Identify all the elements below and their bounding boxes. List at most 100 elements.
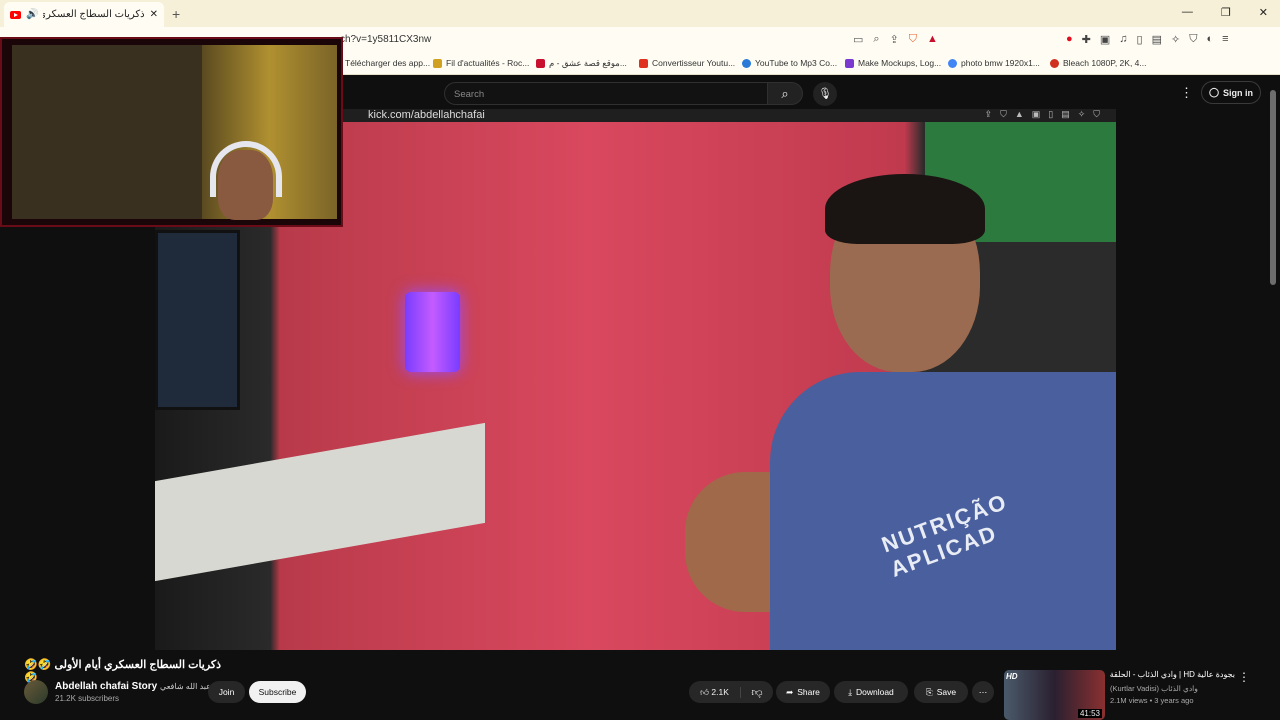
browser-tab[interactable]: 🔊 ذكريات السطاج العسكري أيام ال ✕	[4, 2, 164, 27]
bookmark-item[interactable]: موقع قصة عشق - م...	[536, 58, 627, 69]
download-button[interactable]: ⤓ Download	[834, 681, 908, 703]
related-video-views: 2.1M views • 3 years ago	[1110, 696, 1194, 705]
speaker-icon[interactable]: 🔊	[26, 9, 38, 20]
youtube-favicon-icon	[10, 10, 21, 19]
search-button[interactable]: ⌕	[767, 82, 803, 105]
screenshot-icon[interactable]: ▣	[1100, 33, 1110, 46]
bookmark-label: موقع قصة عشق - م...	[549, 58, 627, 68]
webcam-frame	[12, 45, 337, 220]
like-button[interactable]: 👍︎ 2.1K	[689, 686, 741, 698]
bookmark-favicon-icon	[1050, 58, 1059, 68]
channel-name[interactable]: Abdellah chafai Story	[55, 681, 157, 692]
music-icon[interactable]: ♫	[1119, 33, 1127, 46]
hair-shape	[825, 174, 985, 244]
more-icon: ⋯	[978, 686, 988, 697]
related-more-icon[interactable]: ⋮	[1238, 670, 1250, 684]
vpn-icon[interactable]: ⛉	[1189, 33, 1197, 46]
webcam-overlay	[0, 37, 343, 227]
save-label: Save	[936, 687, 957, 697]
address-bar[interactable]: ch?v=1y5811CX3nw	[340, 34, 431, 45]
shirt-shape: NUTRIÇÃO APLICAD	[770, 372, 1116, 650]
desk-in-video	[155, 422, 485, 582]
hd-badge: HD	[1006, 672, 1018, 681]
search-input[interactable]: Search	[444, 82, 768, 105]
bookmark-favicon-icon	[639, 58, 648, 68]
shirt-print: NUTRIÇÃO APLICAD	[878, 488, 1011, 582]
leo-ai-icon[interactable]: ✧	[1171, 33, 1180, 46]
like-count: 2.1K	[711, 686, 729, 697]
bookmark-favicon-icon	[742, 58, 751, 68]
opera-icon[interactable]: ●	[1066, 33, 1073, 46]
download-label: Download	[855, 687, 894, 697]
bookmark-label: Télécharger des app...	[345, 58, 431, 68]
sidebar-icon[interactable]: ▯	[1137, 33, 1143, 46]
extensions-icon[interactable]: ✚	[1082, 33, 1091, 46]
related-video-title[interactable]: بجودة عالية HD | وادي الذئاب - الحلقة ٤١	[1110, 670, 1235, 679]
overlay-icons: ⇪⛉▲▣▯▤✧⛉	[984, 109, 1108, 119]
streamer-in-video: NUTRIÇÃO APLICAD	[685, 174, 1116, 650]
rewards-icon[interactable]: ▲	[927, 33, 938, 46]
share-arrow-icon: ➦	[786, 686, 794, 697]
bookmark-label: Convertisseur Youtu...	[652, 58, 736, 68]
menu-icon[interactable]: ≡	[1222, 33, 1228, 46]
video-info: ذكريات السطاج العسكري أيام الأولى 🤣🤣🤣 Ab…	[0, 650, 1280, 720]
monitor-in-video	[155, 230, 240, 410]
subscribe-button[interactable]: Subscribe	[249, 681, 306, 703]
new-tab-button[interactable]: +	[172, 6, 180, 22]
bookmark-item[interactable]: Télécharger des app...	[345, 58, 430, 68]
settings-menu-icon[interactable]: ⋮	[1180, 85, 1193, 101]
more-actions-button[interactable]: ⋯	[972, 681, 994, 703]
minimize-button[interactable]: —	[1182, 6, 1193, 19]
related-video-thumbnail[interactable]: HD 41:53	[1004, 670, 1105, 720]
bookmark-item[interactable]: YouTube to Mp3 Co...	[742, 58, 837, 68]
voice-search-button[interactable]: 🎙	[813, 82, 837, 106]
related-video-meta: (Kurtlar Vadisi) وادي الذئاب 2.1M views …	[1110, 683, 1198, 707]
bookmark-label: Bleach 1080P, 2K, 4...	[1063, 58, 1147, 68]
join-button[interactable]: Join	[208, 681, 245, 703]
bookmark-item[interactable]: photo bmw 1920x1...	[948, 58, 1040, 68]
microphone-icon: 🎙	[818, 88, 832, 100]
window-controls: — ❐ ✕	[1182, 6, 1268, 19]
download-icon: ⤓	[848, 686, 852, 697]
restore-button[interactable]: ❐	[1221, 6, 1231, 19]
close-window-button[interactable]: ✕	[1259, 6, 1268, 19]
subscriber-count: 21.2K subscribers	[55, 694, 120, 703]
account-icon: ◯	[1208, 87, 1220, 97]
thumbs-down-icon: 👎︎	[751, 686, 763, 699]
bookmark-favicon-icon	[845, 58, 854, 68]
sign-in-label: Sign in	[1223, 87, 1254, 98]
bookmark-item[interactable]: Convertisseur Youtu...	[639, 58, 735, 68]
share-label: Share	[797, 687, 820, 697]
bookmark-item[interactable]: Bleach 1080P, 2K, 4...	[1050, 58, 1147, 68]
wallet-icon[interactable]: ▤	[1152, 33, 1162, 46]
address-bar-icons: ▭ ⌕ ⇪ ⛉ ▲	[853, 33, 938, 46]
share-icon[interactable]: ⇪	[890, 33, 899, 46]
bookmark-label: photo bmw 1920x1...	[961, 58, 1040, 68]
close-tab-icon[interactable]: ✕	[150, 9, 158, 20]
cast-icon[interactable]: ▭	[853, 33, 863, 46]
bookmark-item[interactable]: Make Mockups, Log...	[845, 58, 941, 68]
related-video-subtitle: (Kurtlar Vadisi) وادي الذئاب	[1110, 684, 1198, 693]
save-button[interactable]: ⎘ Save	[914, 681, 968, 703]
page-scrollbar[interactable]	[1270, 90, 1276, 285]
microphone-in-video	[405, 292, 460, 372]
bookmark-favicon-icon	[536, 59, 545, 68]
like-dislike-group: 👍︎ 2.1K 👎︎	[689, 681, 773, 703]
extension-icons: ● ✚ ▣ ♫ ▯ ▤ ✧ ⛉ ◐ ≡	[1066, 33, 1229, 46]
bookmark-label: YouTube to Mp3 Co...	[755, 58, 838, 68]
sign-in-button[interactable]: ◯ Sign in	[1201, 81, 1261, 104]
tab-title: ذكريات السطاج العسكري أيام ال	[43, 9, 145, 20]
channel-avatar[interactable]	[24, 680, 48, 704]
google-icon	[948, 58, 957, 68]
zoom-icon[interactable]: ⌕	[873, 33, 879, 46]
brave-shield-icon[interactable]: ⛉	[909, 33, 917, 46]
video-duration: 41:53	[1077, 709, 1102, 718]
channel-name-row[interactable]: Abdellah chafai Story عبد الله شافعي	[55, 681, 211, 692]
bookmark-label: Fil d'actualités - Roc...	[446, 58, 530, 68]
search-icon: ⌕	[781, 86, 789, 101]
profile-icon[interactable]: ◐	[1206, 33, 1213, 46]
bookmark-item[interactable]: Fil d'actualités - Roc...	[433, 58, 529, 68]
dislike-button[interactable]: 👎︎	[741, 686, 773, 699]
share-button[interactable]: ➦ Share	[776, 681, 830, 703]
channel-alt-name: عبد الله شافعي	[160, 682, 211, 691]
